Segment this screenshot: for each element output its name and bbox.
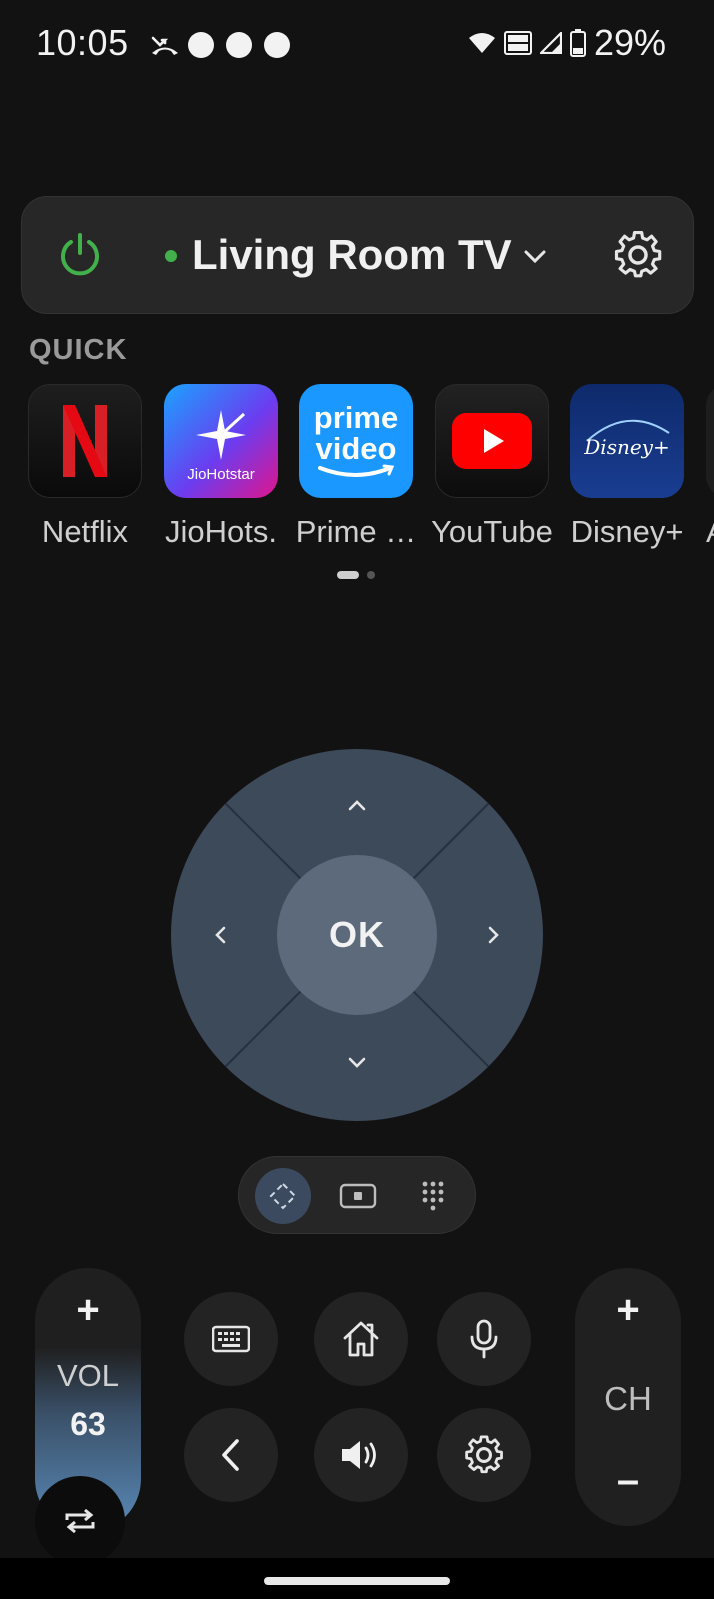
volume-up-button[interactable]: +	[35, 1288, 141, 1333]
notification-dot	[188, 32, 214, 58]
volume-label: VOL	[56, 1358, 120, 1393]
app-label: A	[706, 514, 714, 550]
repeat-button[interactable]	[35, 1476, 125, 1566]
back-icon	[222, 1439, 239, 1471]
connection-status-dot	[165, 250, 177, 262]
app-label: JioHots.	[165, 514, 277, 549]
vowifi-icon	[503, 31, 532, 55]
keyboard-icon	[212, 1325, 250, 1353]
youtube-logo	[435, 384, 549, 498]
chevron-right-icon	[488, 926, 499, 944]
disney-plus-logo: Disney+	[570, 384, 684, 498]
app-label: Prime …	[295, 514, 417, 549]
page-dot-active	[337, 571, 359, 579]
home-icon	[343, 1321, 379, 1357]
app-jiohotstar[interactable]: JioHotstar JioHots.	[164, 384, 278, 549]
prime-video-logo: prime video	[299, 384, 413, 498]
dpad-mode-button[interactable]	[255, 1168, 311, 1224]
home-gesture-handle[interactable]	[264, 1577, 450, 1585]
missed-call-icon	[151, 36, 178, 55]
settings-icon[interactable]	[612, 229, 664, 281]
wifi-icon	[468, 33, 495, 53]
signal-icon	[539, 32, 562, 54]
device-name[interactable]: Living Room TV	[192, 231, 512, 279]
notification-dot	[226, 32, 252, 58]
prime-tile-text-1: prime	[313, 400, 399, 435]
app-label: YouTube	[431, 514, 553, 549]
app-partial[interactable]: A	[706, 384, 714, 549]
channel-up-button[interactable]: +	[575, 1288, 681, 1333]
dpad: OK	[171, 749, 543, 1121]
tv-settings-button[interactable]	[437, 1408, 531, 1502]
home-button[interactable]	[314, 1292, 408, 1386]
app-icon	[706, 384, 714, 498]
app-netflix[interactable]: Netflix	[28, 384, 142, 549]
quick-apps-row: Netflix JioHotstar JioHots. prime video …	[0, 384, 714, 564]
back-button[interactable]	[184, 1408, 278, 1502]
jiohotstar-logo: JioHotstar	[164, 384, 278, 498]
chevron-down-icon[interactable]	[520, 241, 550, 271]
page-dot	[367, 571, 375, 579]
dpad-right-button[interactable]	[464, 905, 524, 965]
sound-button[interactable]	[314, 1408, 408, 1502]
ok-button[interactable]: OK	[277, 855, 437, 1015]
app-label: Netflix	[41, 514, 129, 549]
numpad-mode-icon	[422, 1181, 444, 1211]
power-button[interactable]	[52, 227, 108, 283]
battery-percentage: 29%	[593, 22, 666, 63]
chevron-up-icon	[348, 800, 366, 811]
status-time: 10:05	[36, 22, 129, 63]
touchpad-mode-button[interactable]	[330, 1168, 386, 1224]
power-icon	[61, 233, 99, 276]
dpad-up-button[interactable]	[327, 775, 387, 835]
dpad-left-button[interactable]	[190, 905, 250, 965]
voice-button[interactable]	[437, 1292, 531, 1386]
sound-icon	[342, 1441, 376, 1469]
mode-switch	[238, 1156, 476, 1234]
netflix-logo	[28, 384, 142, 498]
app-youtube[interactable]: YouTube	[431, 384, 553, 549]
channel-rocker[interactable]: + CH –	[575, 1268, 681, 1526]
chevron-down-icon	[348, 1057, 366, 1068]
page-indicator	[337, 571, 375, 579]
jiohotstar-tile-text: JioHotstar	[187, 465, 255, 483]
dpad-down-button[interactable]	[327, 1033, 387, 1093]
microphone-icon	[470, 1319, 498, 1359]
settings-icon	[465, 1435, 503, 1474]
touchpad-mode-icon	[339, 1183, 377, 1209]
notification-dot	[264, 32, 290, 58]
dpad-mode-icon	[269, 1182, 297, 1210]
prime-tile-text-2: video	[315, 431, 397, 466]
app-label: Disney+	[570, 514, 684, 549]
status-bar: 10:05 29%	[0, 0, 714, 90]
volume-level: 63	[70, 1406, 106, 1442]
disney-tile-text: Disney+	[584, 435, 670, 459]
chevron-left-icon	[215, 926, 226, 944]
device-bar: Living Room TV	[21, 196, 694, 314]
quick-section-label: QUICK	[29, 334, 128, 366]
battery-icon	[569, 29, 586, 57]
app-disney-plus[interactable]: Disney+ Disney+	[570, 384, 684, 549]
keyboard-button[interactable]	[184, 1292, 278, 1386]
channel-down-button[interactable]: –	[575, 1458, 681, 1503]
status-icons: 29%	[468, 22, 666, 64]
numpad-mode-button[interactable]	[405, 1168, 461, 1224]
repeat-icon	[65, 1508, 95, 1534]
channel-label: CH	[604, 1380, 652, 1417]
app-prime-video[interactable]: prime video Prime …	[296, 384, 416, 549]
